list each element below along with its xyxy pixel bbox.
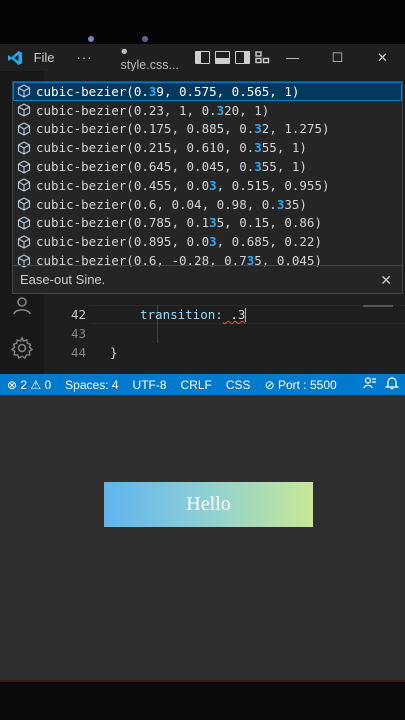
light-dot: [142, 36, 148, 42]
suggestion-item[interactable]: cubic-bezier(0.175, 0.885, 0.32, 1.275): [13, 120, 402, 139]
suggestion-text: cubic-bezier(0.23, 1, 0.320, 1): [36, 102, 270, 118]
menu-file[interactable]: File: [34, 50, 55, 65]
code-line[interactable]: 42 transition: .3: [48, 305, 405, 324]
suggestion-item[interactable]: cubic-bezier(0.39, 0.575, 0.565, 1): [13, 82, 402, 101]
code-lines[interactable]: 42 transition: .3 43 44 }: [48, 305, 405, 362]
live-server-port[interactable]: ⊘ Port : 5500: [258, 378, 344, 392]
css-value: .3: [222, 306, 246, 322]
value-cube-icon: [17, 141, 31, 155]
suggestion-item[interactable]: cubic-bezier(0.6, 0.04, 0.98, 0.335): [13, 195, 402, 214]
menu-more-icon[interactable]: ···: [77, 50, 93, 65]
suggestion-description: Ease-out Sine.: [20, 272, 106, 287]
suggest-widget[interactable]: cubic-bezier(0.39, 0.575, 0.565, 1) cubic…: [12, 81, 403, 294]
value-cube-icon: [17, 235, 31, 249]
value-cube-icon: [17, 178, 31, 193]
minimize-button[interactable]: —: [270, 50, 315, 65]
browser-preview: Hello: [0, 395, 405, 680]
suggestion-text: cubic-bezier(0.175, 0.885, 0.32, 1.275): [36, 121, 330, 137]
toggle-primary-sidebar-icon[interactable]: [195, 51, 210, 64]
value-cube-icon: [17, 84, 31, 99]
code-line[interactable]: 43: [48, 324, 405, 343]
problems-indicator[interactable]: ⊗ 2 ⚠ 0: [0, 378, 58, 392]
layout-controls: [195, 51, 270, 64]
close-window-button[interactable]: ✕: [360, 50, 405, 66]
gear-icon[interactable]: [10, 336, 34, 360]
window-controls: — ☐ ✕: [270, 50, 405, 66]
window-title: ● style.css...: [120, 43, 179, 72]
value-cube-icon: [17, 216, 31, 230]
status-right-icons: [363, 376, 405, 393]
css-property: transition:: [140, 306, 223, 322]
toggle-panel-icon[interactable]: [215, 51, 230, 64]
suggestion-text: cubic-bezier(0.645, 0.045, 0.355, 1): [36, 159, 307, 175]
line-number: 43: [70, 326, 86, 341]
encoding-indicator[interactable]: UTF-8: [126, 378, 174, 392]
vscode-logo-icon: [0, 44, 30, 71]
suggestion-text: cubic-bezier(0.895, 0.03, 0.685, 0.22): [36, 234, 322, 250]
code-text[interactable]: transition: .3: [88, 306, 247, 323]
value-cube-icon: [17, 159, 31, 174]
notifications-bell-icon[interactable]: [384, 376, 400, 393]
language-mode[interactable]: CSS: [219, 378, 258, 392]
suggestion-text: cubic-bezier(0.785, 0.135, 0.15, 0.86): [36, 215, 322, 231]
suggestion-item[interactable]: cubic-bezier(0.645, 0.045, 0.355, 1): [13, 157, 402, 176]
title-bar: File ··· ● style.css... — ☐ ✕: [0, 43, 405, 72]
suggestion-item[interactable]: cubic-bezier(0.785, 0.135, 0.15, 0.86): [13, 214, 402, 233]
toggle-secondary-sidebar-icon[interactable]: [235, 51, 250, 64]
hello-button[interactable]: Hello: [104, 482, 313, 527]
maximize-button[interactable]: ☐: [315, 50, 360, 66]
suggestion-text: cubic-bezier(0.6, 0.04, 0.98, 0.335): [36, 196, 307, 212]
suggestion-list[interactable]: cubic-bezier(0.39, 0.575, 0.565, 1) cubic…: [13, 82, 402, 270]
line-number: 42: [70, 307, 86, 322]
light-dot: [88, 36, 94, 42]
bottom-black-area: [0, 680, 405, 720]
feedback-icon[interactable]: [363, 376, 377, 393]
suggestion-details: Ease-out Sine. ✕: [13, 265, 402, 293]
customize-layout-icon[interactable]: [255, 51, 270, 64]
value-cube-icon: [17, 122, 31, 136]
suggestion-item[interactable]: cubic-bezier(0.455, 0.03, 0.515, 0.955): [13, 176, 402, 195]
code-line[interactable]: 44 }: [48, 343, 405, 362]
value-cube-icon: [17, 197, 31, 211]
indentation-indicator[interactable]: Spaces: 4: [58, 378, 125, 392]
line-number: 44: [70, 345, 86, 360]
suggestion-item[interactable]: cubic-bezier(0.23, 1, 0.320, 1): [13, 101, 402, 120]
close-details-icon[interactable]: ✕: [380, 272, 392, 289]
suggestion-item[interactable]: cubic-bezier(0.895, 0.03, 0.685, 0.22): [13, 232, 402, 251]
text-cursor: [245, 308, 247, 323]
suggestion-text: cubic-bezier(0.39, 0.575, 0.565, 1): [36, 83, 300, 99]
suggestion-text: cubic-bezier(0.215, 0.610, 0.355, 1): [36, 140, 307, 156]
value-cube-icon: [17, 103, 31, 117]
suggestion-text: cubic-bezier(0.455, 0.03, 0.515, 0.955): [36, 177, 330, 193]
closing-brace: }: [110, 345, 118, 360]
suggestion-item[interactable]: cubic-bezier(0.215, 0.610, 0.355, 1): [13, 138, 402, 157]
top-black-area: [0, 0, 405, 44]
status-bar: ⊗ 2 ⚠ 0 Spaces: 4 UTF-8 CRLF CSS ⊘ Port …: [0, 374, 405, 395]
minimap[interactable]: [363, 305, 405, 309]
account-icon[interactable]: [10, 293, 34, 317]
eol-indicator[interactable]: CRLF: [174, 378, 219, 392]
